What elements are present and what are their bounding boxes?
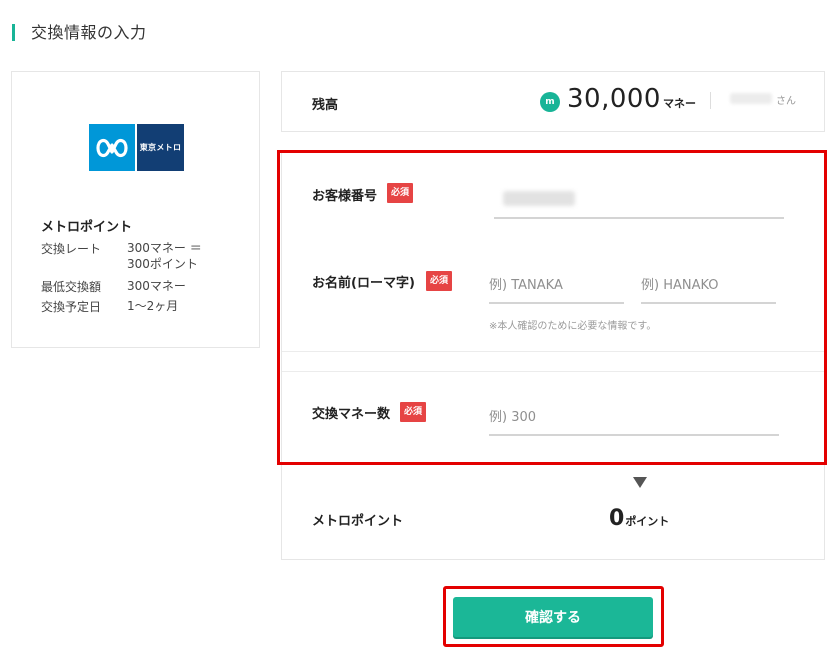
metro-m-icon <box>89 124 135 171</box>
rate-key: 交換レート <box>41 242 102 256</box>
exchange-form: お客様番号 必須 お名前(ローマ字) 必須 ※本人確認のために必要な情報です。 … <box>281 150 825 560</box>
schedule-row: 交換予定日 1〜2ヶ月 <box>41 298 178 315</box>
partner-name: メトロポイント <box>41 220 133 235</box>
schedule-value: 1〜2ヶ月 <box>127 299 179 313</box>
required-badge: 必須 <box>426 271 453 291</box>
section-title: 交換情報の入力 <box>31 23 147 42</box>
rate-row: 交換レート 300マネー ＝ 300ポイント <box>41 240 202 272</box>
user-suffix: さん <box>776 96 796 107</box>
customer-number-label: お客様番号 <box>312 189 378 204</box>
balance-unit: マネー <box>662 97 696 110</box>
section-divider <box>282 351 824 352</box>
partner-card: 東京メトロ メトロポイント 交換レート 300マネー ＝ 300ポイント 最低交… <box>11 71 260 348</box>
money-coin-icon: m <box>540 92 560 112</box>
points-value: 0 <box>609 506 625 531</box>
points-unit: ポイント <box>625 515 670 528</box>
balance-label: 残高 <box>312 98 339 113</box>
points-label: メトロポイント <box>312 514 404 529</box>
balance-value: 30,000 <box>567 84 661 114</box>
customer-number-redacted <box>503 191 575 206</box>
points-result: 0 ポイント <box>609 506 669 531</box>
exchange-amount-input[interactable] <box>489 401 779 436</box>
balance-amount: m 30,000 マネー <box>540 84 696 115</box>
first-name-input[interactable] <box>641 269 776 304</box>
confirm-button[interactable]: 確認する <box>453 597 653 637</box>
exchange-amount-label: 交換マネー数 <box>312 407 391 422</box>
section-divider <box>282 371 824 372</box>
rate-value: 300マネー ＝ 300ポイント <box>127 240 202 272</box>
last-name-input[interactable] <box>489 269 624 304</box>
balance-card: 残高 m 30,000 マネー さん <box>281 71 825 132</box>
schedule-key: 交換予定日 <box>41 300 102 314</box>
name-label: お名前(ローマ字) <box>312 276 415 291</box>
down-arrow-icon <box>633 477 647 488</box>
section-accent-bar <box>12 23 15 41</box>
rate-value-line2: 300ポイント <box>127 257 198 271</box>
logo-wordmark: 東京メトロ <box>137 124 184 171</box>
minimum-key: 最低交換額 <box>41 280 102 294</box>
minimum-value: 300マネー <box>127 279 186 293</box>
required-badge: 必須 <box>387 183 414 203</box>
tokyo-metro-logo: 東京メトロ <box>89 124 184 171</box>
rate-value-line1: 300マネー ＝ <box>127 241 202 255</box>
required-badge: 必須 <box>400 402 427 422</box>
minimum-row: 最低交換額 300マネー <box>41 278 186 295</box>
user-name-redacted <box>730 93 772 104</box>
section-header: 交換情報の入力 <box>12 20 147 42</box>
divider <box>710 92 711 109</box>
exchange-form-page: 交換情報の入力 東京メトロ メトロポイント 交換レート 300マネー ＝ 300… <box>0 0 836 670</box>
identity-note: ※本人確認のために必要な情報です。 <box>489 321 657 332</box>
